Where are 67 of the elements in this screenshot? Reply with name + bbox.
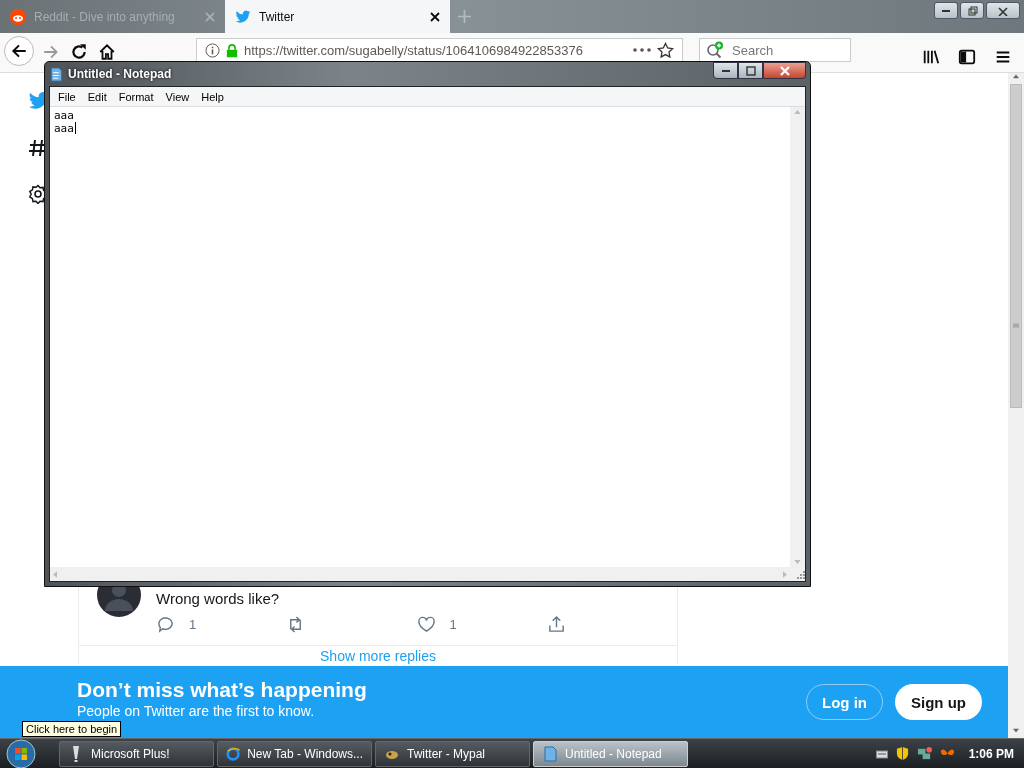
bird-icon [235, 8, 251, 25]
reload-icon [70, 43, 88, 61]
shield-icon[interactable] [895, 746, 909, 761]
notepad-icon [49, 66, 63, 82]
window-title: Untitled - Notepad [68, 67, 172, 81]
close-button[interactable] [763, 62, 806, 79]
scroll-left-icon [53, 570, 57, 578]
count-label: 1 [449, 616, 457, 632]
resize-grip-icon [795, 571, 805, 581]
taskbar-button[interactable]: Microsoft Plus! [59, 740, 214, 767]
scroll-up-icon [794, 110, 801, 114]
tooltip: Click here to begin [22, 721, 122, 737]
back-icon [10, 42, 28, 60]
back-button[interactable] [4, 36, 34, 66]
globe-icon [226, 745, 241, 762]
sidebar-icon [958, 48, 976, 66]
browser-tab[interactable]: Twitter [225, 0, 450, 33]
sign-up-button[interactable]: Sign up [895, 684, 982, 720]
text-cursor [75, 122, 77, 134]
text-line: aaa [54, 109, 74, 122]
minimize-button[interactable] [713, 62, 738, 79]
minimize-button[interactable] [934, 2, 958, 19]
banner-title: Don’t miss what’s happening [77, 677, 368, 702]
count-label: 1 [189, 616, 197, 632]
start-button[interactable] [6, 738, 36, 768]
menu-item[interactable]: Format [112, 90, 160, 103]
text-line: aaa [54, 122, 74, 135]
menu-item[interactable]: Edit [81, 90, 113, 103]
network-icon[interactable] [916, 746, 932, 761]
library-icon [922, 48, 940, 66]
scroll-right-icon [783, 570, 787, 578]
keyboard-icon[interactable] [875, 748, 888, 759]
star-icon [657, 41, 674, 59]
address-bar[interactable]: https://twitter.com/sugabelly/status/1064106984922853376 [196, 38, 683, 62]
like-icon[interactable] [416, 614, 436, 634]
more-icon [633, 48, 651, 52]
close-icon [997, 5, 1009, 16]
close-icon[interactable] [430, 11, 440, 22]
alien-icon [10, 8, 26, 25]
search-icon [706, 41, 724, 59]
maximize-icon [744, 65, 757, 76]
taskbar-button[interactable]: Twitter - Mypal [375, 740, 530, 767]
close-icon [778, 65, 791, 76]
menu-item[interactable]: Help [195, 90, 230, 103]
menu-item[interactable]: View [159, 90, 196, 103]
scroll-down-icon [794, 560, 801, 564]
restore-button[interactable] [960, 2, 984, 19]
search-field[interactable]: Search [699, 38, 851, 62]
notepad-icon [542, 745, 558, 762]
clock[interactable]: 1:06 PM [968, 746, 1014, 761]
restore-icon [966, 5, 978, 16]
scrollbar[interactable] [1008, 73, 1024, 738]
lock-icon [226, 42, 238, 58]
info-icon [205, 42, 220, 58]
share-icon[interactable] [546, 614, 566, 634]
close-button[interactable] [986, 2, 1020, 19]
forward-icon [42, 43, 60, 61]
scroll-down-icon [1012, 728, 1020, 734]
menu-item[interactable]: File [52, 90, 82, 103]
horizontal-scrollbar[interactable] [50, 567, 790, 581]
vertical-scrollbar[interactable] [790, 107, 805, 567]
grip-icon [1013, 323, 1019, 328]
tweet-text: Wrong words like? [156, 590, 281, 607]
banner-subtitle: People on Twitter are the first to know. [77, 702, 315, 719]
maximize-button[interactable] [738, 62, 763, 79]
taskbar-button[interactable]: New Tab - Windows... [217, 740, 372, 767]
reply-icon[interactable] [156, 614, 175, 634]
